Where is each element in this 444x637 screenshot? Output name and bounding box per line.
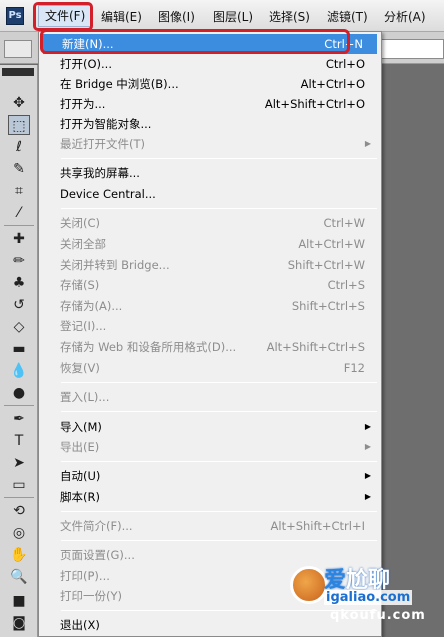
hand-tool-icon[interactable]: ✋ <box>8 545 30 565</box>
menu-item-open[interactable]: 打开(O)... Ctrl+O <box>41 54 379 74</box>
menu-separator <box>61 208 377 209</box>
tools-divider <box>4 405 34 406</box>
watermark: 爱尬聊 igaliao.com qkoufu.com <box>290 548 440 628</box>
menu-item-revert[interactable]: 恢复(V) F12 <box>41 358 379 378</box>
submenu-arrow-icon: ▶ <box>364 492 371 501</box>
menu-item-save-for-web[interactable]: 存储为 Web 和设备所用格式(D)... Alt+Shift+Ctrl+S <box>41 337 379 357</box>
menu-item-save-as[interactable]: 存储为(A)... Shift+Ctrl+S <box>41 296 379 316</box>
submenu-arrow-icon: ▶ <box>364 422 371 431</box>
crop-tool-icon[interactable]: ⌗ <box>8 181 30 201</box>
shape-tool-icon[interactable]: ▭ <box>8 475 30 495</box>
watermark-url-secondary: qkoufu.com <box>330 608 426 623</box>
menu-image[interactable]: 图像(I) <box>158 8 195 26</box>
menu-separator <box>61 540 377 541</box>
menu-item-open-as-smart-object[interactable]: 打开为智能对象... <box>41 114 379 134</box>
menu-item-close-and-go-to-bridge[interactable]: 关闭并转到 Bridge... Shift+Ctrl+W <box>41 255 379 275</box>
color-swatches-icon[interactable]: ■ <box>8 591 30 611</box>
move-tool-icon[interactable]: ✥ <box>8 93 30 113</box>
watermark-logo-icon <box>290 566 328 604</box>
submenu-arrow-icon: ▶ <box>364 139 371 148</box>
tool-preset-picker[interactable] <box>4 40 32 58</box>
menu-separator <box>61 411 377 412</box>
menu-item-browse-in-bridge[interactable]: 在 Bridge 中浏览(B)... Alt+Ctrl+O <box>41 74 379 94</box>
menu-item-recent-files[interactable]: 最近打开文件(T) ▶ <box>41 134 379 154</box>
3d-rotate-tool-icon[interactable]: ⟲ <box>8 501 30 521</box>
dodge-tool-icon[interactable]: ● <box>8 383 30 403</box>
menu-item-share-screen[interactable]: 共享我的屏幕... <box>41 163 379 183</box>
clone-stamp-tool-icon[interactable]: ♣ <box>8 273 30 293</box>
pen-tool-icon[interactable]: ✒ <box>8 409 30 429</box>
menu-item-import[interactable]: 导入(M) ▶ <box>41 417 379 437</box>
photoshop-logo: Ps <box>6 7 24 25</box>
quick-mask-icon[interactable]: ◙ <box>8 613 30 633</box>
menu-edit[interactable]: 编辑(E) <box>101 8 142 26</box>
tools-divider <box>4 497 34 498</box>
eyedropper-tool-icon[interactable]: ⁄ <box>8 203 30 223</box>
menu-item-file-info[interactable]: 文件简介(F)... Alt+Shift+Ctrl+I <box>41 516 379 536</box>
menu-layer[interactable]: 图层(L) <box>213 8 253 26</box>
options-dropdown[interactable] <box>378 39 444 59</box>
menu-item-close[interactable]: 关闭(C) Ctrl+W <box>41 213 379 233</box>
tools-panel: ✥ ⬚ ℓ ✎ ⌗ ⁄ ✚ ✏ ♣ ↺ ◇ ▬ 💧 ● ✒ T ➤ ▭ ⟲ ◎ … <box>0 65 38 637</box>
file-menu-dropdown: 新建(N)... Ctrl+N 打开(O)... Ctrl+O 在 Bridge… <box>38 31 382 637</box>
lasso-tool-icon[interactable]: ℓ <box>8 137 30 157</box>
history-brush-tool-icon[interactable]: ↺ <box>8 295 30 315</box>
menu-item-open-as[interactable]: 打开为... Alt+Shift+Ctrl+O <box>41 94 379 114</box>
marquee-tool-icon[interactable]: ⬚ <box>8 115 30 135</box>
menu-item-automate[interactable]: 自动(U) ▶ <box>41 466 379 486</box>
menu-separator <box>61 511 377 512</box>
quick-select-tool-icon[interactable]: ✎ <box>8 159 30 179</box>
type-tool-icon[interactable]: T <box>8 431 30 451</box>
eraser-tool-icon[interactable]: ◇ <box>8 317 30 337</box>
path-select-tool-icon[interactable]: ➤ <box>8 453 30 473</box>
menu-separator <box>61 382 377 383</box>
menu-item-close-all[interactable]: 关闭全部 Alt+Ctrl+W <box>41 234 379 254</box>
3d-orbit-tool-icon[interactable]: ◎ <box>8 523 30 543</box>
watermark-url: igaliao.com <box>324 590 413 605</box>
menu-separator <box>61 158 377 159</box>
healing-brush-tool-icon[interactable]: ✚ <box>8 229 30 249</box>
tools-divider <box>4 225 34 226</box>
menu-select[interactable]: 选择(S) <box>269 8 310 26</box>
submenu-arrow-icon: ▶ <box>364 471 371 480</box>
zoom-tool-icon[interactable]: 🔍 <box>8 567 30 587</box>
menu-filter[interactable]: 滤镜(T) <box>327 8 368 26</box>
annotation-box-new-item <box>40 29 350 54</box>
menu-separator <box>61 461 377 462</box>
blur-tool-icon[interactable]: 💧 <box>8 361 30 381</box>
submenu-arrow-icon: ▶ <box>364 442 371 451</box>
menu-item-export[interactable]: 导出(E) ▶ <box>41 437 379 457</box>
menu-item-scripts[interactable]: 脚本(R) ▶ <box>41 487 379 507</box>
menu-analysis[interactable]: 分析(A) <box>384 8 426 26</box>
menu-item-check-in[interactable]: 登记(I)... <box>41 316 379 336</box>
menu-item-place[interactable]: 置入(L)... <box>41 387 379 407</box>
menu-item-device-central[interactable]: Device Central... <box>41 184 379 204</box>
brush-tool-icon[interactable]: ✏ <box>8 251 30 271</box>
annotation-box-file-menu <box>33 2 93 31</box>
panel-grip[interactable] <box>2 68 34 76</box>
menu-item-save[interactable]: 存储(S) Ctrl+S <box>41 275 379 295</box>
gradient-tool-icon[interactable]: ▬ <box>8 339 30 359</box>
